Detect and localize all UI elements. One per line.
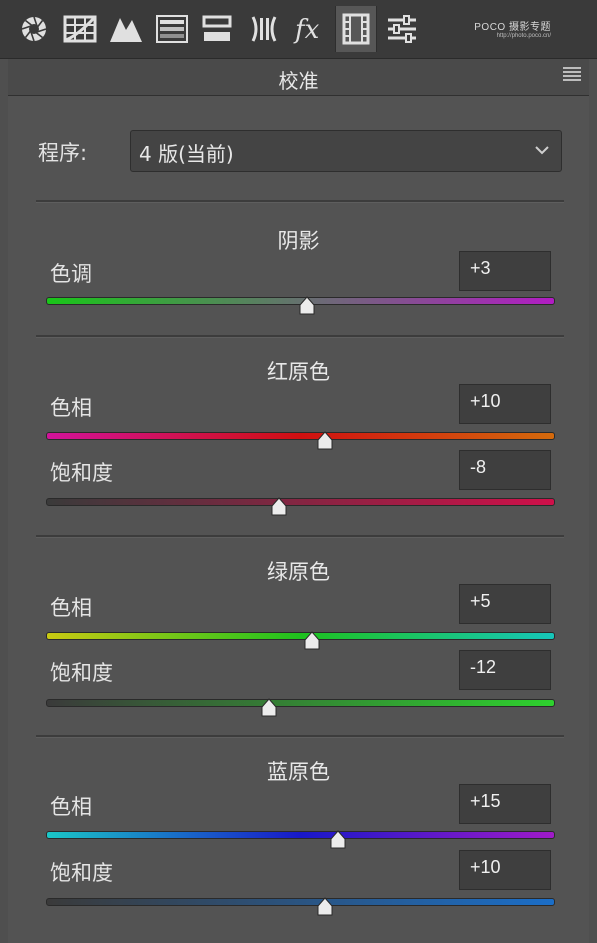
blue-hue-value: +15 bbox=[470, 791, 501, 811]
red-hue-slider[interactable] bbox=[46, 432, 555, 440]
green-saturation-label: 饱和度 bbox=[50, 661, 113, 685]
red-saturation-value: -8 bbox=[470, 457, 487, 477]
process-version-select[interactable]: 4 版(当前) bbox=[130, 130, 562, 172]
shadow-tint-value-field[interactable]: +3 bbox=[459, 251, 551, 291]
red-hue-label: 色相 bbox=[50, 396, 92, 420]
red-saturation-slider[interactable] bbox=[46, 498, 555, 506]
green-hue-slider[interactable] bbox=[46, 632, 555, 640]
divider bbox=[36, 335, 564, 338]
basic-aperture-icon[interactable] bbox=[14, 6, 54, 52]
detail-mountains-icon[interactable] bbox=[106, 6, 146, 52]
blue-hue-slider[interactable] bbox=[46, 831, 555, 839]
process-label: 程序: bbox=[38, 141, 88, 165]
green-hue-label: 色相 bbox=[50, 596, 92, 620]
green-saturation-slider[interactable] bbox=[46, 699, 555, 707]
shadow-tint-value: +3 bbox=[470, 258, 491, 278]
divider bbox=[36, 200, 564, 203]
red-hue-value-field[interactable]: +10 bbox=[459, 384, 551, 424]
green-hue-value: +5 bbox=[470, 591, 491, 611]
split-toning-icon[interactable] bbox=[197, 6, 237, 52]
blue-hue-label: 色相 bbox=[50, 795, 92, 819]
divider bbox=[36, 535, 564, 538]
lens-corrections-icon[interactable] bbox=[244, 6, 284, 52]
panel-toolbar: fx POCO 摄影专题 http://photo.poco.cn/ bbox=[0, 0, 597, 59]
red-saturation-label: 饱和度 bbox=[50, 461, 113, 485]
section-title-red-primary: 红原色 bbox=[267, 360, 330, 384]
panel-menu-icon[interactable] bbox=[563, 67, 581, 83]
section-title-green-primary: 绿原色 bbox=[267, 560, 330, 584]
red-hue-value: +10 bbox=[470, 391, 501, 411]
panel-header: 校准 bbox=[8, 59, 589, 96]
green-saturation-value-field[interactable]: -12 bbox=[459, 650, 551, 690]
blue-hue-value-field[interactable]: +15 bbox=[459, 784, 551, 824]
section-title-blue-primary: 蓝原色 bbox=[267, 760, 330, 784]
blue-saturation-value-field[interactable]: +10 bbox=[459, 850, 551, 890]
blue-saturation-label: 饱和度 bbox=[50, 861, 113, 885]
tone-curve-grid-icon[interactable] bbox=[60, 6, 100, 52]
blue-saturation-value: +10 bbox=[470, 857, 501, 877]
hsl-bars-icon[interactable] bbox=[152, 6, 192, 52]
presets-sliders-icon[interactable] bbox=[382, 6, 422, 52]
divider bbox=[36, 735, 564, 738]
panel-title: 校准 bbox=[278, 69, 319, 93]
poco-watermark: POCO 摄影专题 http://photo.poco.cn/ bbox=[474, 18, 551, 39]
camera-calibration-film-icon[interactable] bbox=[335, 6, 377, 52]
watermark-url: http://photo.poco.cn/ bbox=[496, 33, 551, 39]
green-hue-value-field[interactable]: +5 bbox=[459, 584, 551, 624]
watermark-brand: POCO 摄影专题 bbox=[474, 22, 551, 33]
blue-saturation-slider[interactable] bbox=[46, 898, 555, 906]
red-saturation-value-field[interactable]: -8 bbox=[459, 450, 551, 490]
shadow-tint-label: 色调 bbox=[50, 262, 92, 286]
green-saturation-value: -12 bbox=[470, 657, 497, 677]
svg-text:fx: fx bbox=[293, 15, 320, 44]
chevron-down-icon bbox=[535, 146, 549, 155]
process-version-value: 4 版(当前) bbox=[139, 142, 234, 166]
fx-effects-icon[interactable]: fx bbox=[290, 6, 330, 52]
